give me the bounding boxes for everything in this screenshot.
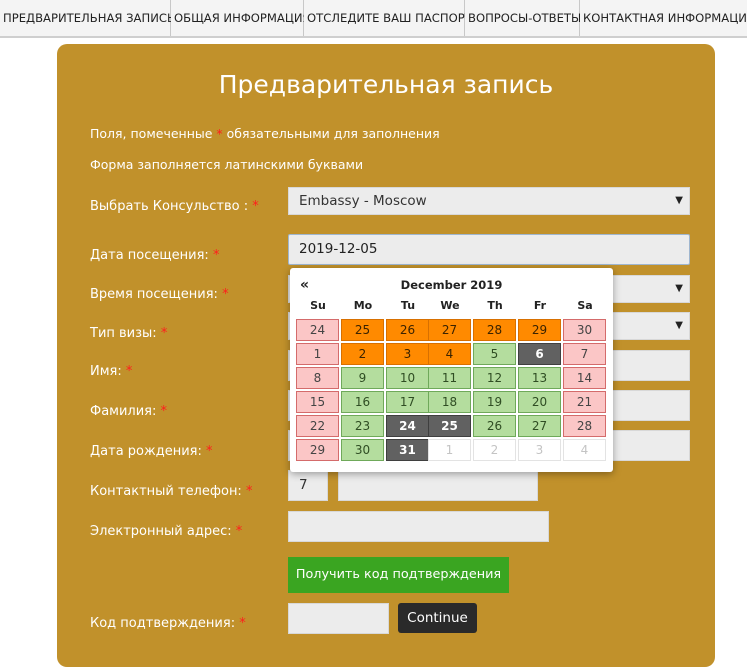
calendar-day[interactable]: 17 <box>386 391 429 413</box>
latin-note: Форма заполняется латинскими буквами <box>90 157 364 172</box>
calendar-day[interactable]: 16 <box>341 391 384 413</box>
email-label: Электронный адрес: * <box>90 524 243 539</box>
nav-track-passport[interactable]: Отследите ваш паспорт <box>304 0 472 36</box>
calendar-day[interactable]: 26 <box>473 415 516 437</box>
get-confirmation-code-button[interactable]: Получить код подтверждения <box>288 557 509 593</box>
calendar-day[interactable]: 9 <box>341 367 384 389</box>
calendar-day[interactable]: 28 <box>563 415 606 437</box>
calendar-day[interactable]: 25 <box>341 319 384 341</box>
email-input[interactable] <box>288 511 549 542</box>
phone-prefix-input[interactable]: 7 <box>288 470 328 501</box>
required-asterisk: * <box>216 126 223 141</box>
last-name-label: Фамилия: * <box>90 404 168 419</box>
visit-date-input[interactable]: 2019-12-05 <box>288 234 690 265</box>
calendar-day[interactable]: 27 <box>428 319 471 341</box>
calendar-day[interactable]: 5 <box>473 343 516 365</box>
nav-general-info[interactable]: Общая информация <box>171 0 311 36</box>
calendar-day[interactable]: 29 <box>296 439 339 461</box>
calendar-day[interactable]: 28 <box>473 319 516 341</box>
confirmation-code-label: Код подтверждения: * <box>90 616 246 631</box>
calendar-day[interactable]: 24 <box>296 319 339 341</box>
datepicker-popup: « December 2019 Su Mo Tu We Th Fr Sa 24 25 26 27 28… <box>290 268 613 472</box>
dropdown-arrow-icon: ▼ <box>675 320 683 331</box>
consulate-label: Выбрать Консульство : * <box>90 199 259 214</box>
calendar-day[interactable]: 29 <box>518 319 561 341</box>
calendar-day[interactable]: 10 <box>386 367 429 389</box>
calendar-day[interactable]: 20 <box>518 391 561 413</box>
calendar-day[interactable]: 14 <box>563 367 606 389</box>
visit-time-label: Время посещения: * <box>90 287 229 302</box>
calendar-day[interactable]: 18 <box>428 391 471 413</box>
required-note: Поля, помеченные * обязательными для зап… <box>90 126 440 141</box>
top-navigation: Предварительная запись Общая информация … <box>0 0 747 38</box>
nav-contacts[interactable]: Контактная информация <box>580 0 747 36</box>
calendar-day[interactable]: 4 <box>428 343 471 365</box>
weekday-header: Sa <box>577 299 593 312</box>
calendar-day[interactable]: 19 <box>473 391 516 413</box>
weekday-header: Fr <box>533 299 547 312</box>
dropdown-arrow-icon: ▼ <box>675 195 683 206</box>
calendar-day[interactable]: 24 <box>386 415 429 437</box>
calendar-day: 1 <box>428 439 471 461</box>
calendar-day[interactable]: 15 <box>296 391 339 413</box>
calendar-day[interactable]: 6 <box>518 343 561 365</box>
calendar-day[interactable]: 30 <box>563 319 606 341</box>
calendar-day[interactable]: 13 <box>518 367 561 389</box>
confirmation-code-input[interactable] <box>288 603 389 634</box>
visa-type-label: Тип визы: * <box>90 326 168 341</box>
calendar-day: 2 <box>473 439 516 461</box>
calendar-day[interactable]: 26 <box>386 319 429 341</box>
phone-label: Контактный телефон: * <box>90 484 253 499</box>
calendar-day[interactable]: 11 <box>428 367 471 389</box>
calendar-day[interactable]: 2 <box>341 343 384 365</box>
weekday-header: Th <box>487 299 503 312</box>
first-name-label: Имя: * <box>90 364 133 379</box>
nav-booking[interactable]: Предварительная запись <box>0 0 175 36</box>
calendar-day[interactable]: 22 <box>296 415 339 437</box>
weekday-header: Su <box>310 299 326 312</box>
datepicker-month-title: December 2019 <box>400 278 503 292</box>
dropdown-arrow-icon: ▼ <box>675 283 683 294</box>
page-title: Предварительная запись <box>218 70 554 99</box>
calendar-day[interactable]: 21 <box>563 391 606 413</box>
continue-button[interactable]: Continue <box>398 603 477 633</box>
visit-date-label: Дата посещения: * <box>90 248 220 263</box>
calendar-day[interactable]: 3 <box>386 343 429 365</box>
calendar-day[interactable]: 27 <box>518 415 561 437</box>
consulate-select[interactable]: Embassy - Moscow ▼ <box>288 187 690 215</box>
nav-faq[interactable]: Вопросы-ответы <box>465 0 581 36</box>
calendar-day[interactable]: 31 <box>386 439 429 461</box>
birth-date-label: Дата рождения: * <box>90 444 213 459</box>
weekday-header: Mo <box>353 299 373 312</box>
calendar-day[interactable]: 12 <box>473 367 516 389</box>
calendar-day[interactable]: 1 <box>296 343 339 365</box>
weekday-header: Tu <box>400 299 416 312</box>
calendar-day[interactable]: 8 <box>296 367 339 389</box>
calendar-day: 4 <box>563 439 606 461</box>
calendar-day: 3 <box>518 439 561 461</box>
calendar-day[interactable]: 30 <box>341 439 384 461</box>
calendar-day[interactable]: 23 <box>341 415 384 437</box>
phone-input[interactable] <box>338 470 538 501</box>
calendar-day[interactable]: 25 <box>428 415 471 437</box>
calendar-day[interactable]: 7 <box>563 343 606 365</box>
weekday-header: We <box>440 299 460 312</box>
